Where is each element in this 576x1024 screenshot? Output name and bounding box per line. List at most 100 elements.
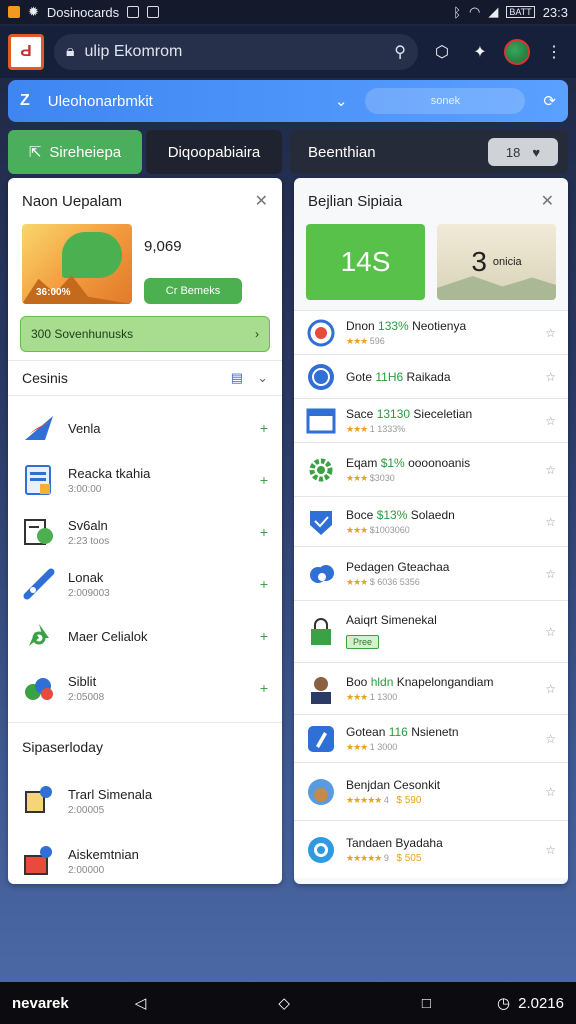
item-sub-row: ★★★ 1 3000 — [346, 742, 535, 753]
tab-2[interactable]: Beenthian 18 ♥ — [290, 130, 568, 174]
close-icon[interactable]: ✕ — [541, 191, 554, 211]
site-logo-icon[interactable]: Z — [20, 92, 30, 110]
banner-text: 300 Sovenhunusks — [31, 327, 134, 341]
close-icon[interactable]: ✕ — [255, 191, 268, 211]
status-app-name: Dosinocards — [46, 4, 120, 20]
item-title-pre: Boce — [346, 507, 374, 522]
list-item[interactable]: Sv6aln 2:23 toos + — [8, 506, 282, 558]
list-item[interactable]: Dnon 133% Neotienya ★★★ 596 ☆ — [294, 310, 568, 354]
item-sub: 3:00:00 — [68, 483, 102, 495]
list-item[interactable]: Venla + — [8, 402, 282, 454]
stat-label: onicia — [492, 256, 522, 268]
item-label: Maer Celialok — [68, 628, 148, 644]
promo-button[interactable]: Cr Bemeks — [144, 278, 242, 304]
search-icon[interactable]: ⚲ — [394, 42, 406, 62]
url-bar[interactable]: 🔒︎ ulip Ekomrom ⚲ — [54, 34, 418, 70]
star-icon[interactable]: ☆ — [545, 732, 556, 746]
more-menu-icon[interactable]: ⋮ — [540, 38, 568, 66]
recents-icon[interactable]: □ — [422, 995, 431, 1012]
checklist-icon — [22, 515, 56, 549]
back-arrow-icon: ⇱ — [28, 144, 42, 161]
right-panel: Bejlian Sipiaia ✕ 14S 3 onicia Dnon 133%… — [294, 178, 568, 884]
tab-0[interactable]: ⇱ Sireheiepa — [8, 130, 142, 174]
star-icon[interactable]: ☆ — [545, 515, 556, 529]
section-title: Cesinis — [22, 370, 68, 386]
add-icon[interactable]: + — [260, 680, 268, 696]
star-icon[interactable]: ☆ — [545, 463, 556, 477]
item-title: Aaiqrt Simenekal — [346, 613, 535, 627]
list-item[interactable]: Aaiqrt Simenekal Pree ☆ — [294, 600, 568, 662]
chevron-down-icon[interactable]: ⌄ — [257, 370, 268, 386]
item-rating-row: ★★★★★ 4 $ 590 — [346, 795, 535, 806]
star-icon[interactable]: ☆ — [545, 567, 556, 581]
item-highlight: 116 — [388, 724, 408, 739]
star-icon[interactable]: ☆ — [545, 326, 556, 340]
lock-icon: 🔒︎ — [66, 43, 75, 60]
star-icon[interactable]: ☆ — [545, 682, 556, 696]
item-title-pre: Sace — [346, 406, 374, 421]
app-logo[interactable]: Ԁ — [8, 34, 44, 70]
list-item[interactable]: Pedagen Gteachaa ★★★ $ 6036 5356 ☆ — [294, 546, 568, 600]
rating-value: 9 — [383, 852, 389, 863]
left-panel-title: Naon Uepalam — [22, 192, 123, 210]
stat-card[interactable]: 3 onicia — [437, 224, 556, 300]
list-item[interactable]: Boce $13% Solaedn ★★★ $1003060 ☆ — [294, 496, 568, 546]
list-item[interactable]: Eqam $1% oooonoanis ★★★ $3030 ☆ — [294, 442, 568, 496]
list-item[interactable]: Sace 13130 Sieceletian ★★★ 1 1333% ☆ — [294, 398, 568, 442]
tab-1[interactable]: Diqoopabiaira — [146, 130, 282, 174]
star-icon[interactable]: ☆ — [545, 625, 556, 639]
chart-icon — [22, 411, 56, 445]
item-label: Sv6aln — [68, 517, 108, 533]
list-item[interactable]: Tandaen Byadaha ★★★★★ 9 $ 505 ☆ — [294, 820, 568, 878]
refresh-icon[interactable]: ⟳ — [543, 92, 556, 110]
list-item[interactable]: Aiskemtnian 2:00000 — [8, 831, 282, 884]
section-title: Sipaserloday — [22, 739, 103, 755]
list-item[interactable]: Gote 11H6 Raikada ☆ — [294, 354, 568, 398]
list-item[interactable]: Siblit 2:05008 + — [8, 662, 282, 714]
avatar[interactable] — [504, 39, 530, 65]
list-item[interactable]: Maer Celialok + — [8, 610, 282, 662]
add-icon[interactable]: + — [260, 524, 268, 540]
heart-icon: ♥ — [532, 144, 541, 160]
chevron-down-icon[interactable]: ⌄ — [335, 92, 348, 110]
extension-icon[interactable]: ✦ — [466, 38, 494, 66]
tabs-icon[interactable]: ⬡ — [428, 38, 456, 66]
rating-stars: ★★★ — [346, 576, 368, 587]
search-input[interactable]: sonek — [365, 88, 526, 114]
home-icon[interactable]: ◇ — [278, 994, 290, 1012]
star-icon[interactable]: ☆ — [545, 370, 556, 384]
star-icon[interactable]: ☆ — [545, 414, 556, 428]
list-item[interactable]: Gotean 116 Nsienetn ★★★ 1 3000 ☆ — [294, 714, 568, 762]
list-item[interactable]: Boo hldn Knapelongandiam ★★★ 1 1300 ☆ — [294, 662, 568, 714]
stat-card[interactable]: 14S — [306, 224, 425, 300]
item-title-post: Raikada — [406, 369, 451, 384]
tab-bar: ⇱ Sireheiepa Diqoopabiaira Beenthian 18 … — [8, 130, 568, 174]
count-pill[interactable]: 18 ♥ — [488, 138, 558, 166]
add-icon[interactable]: + — [260, 576, 268, 592]
clock-icon: ◷ — [497, 995, 511, 1012]
list-item[interactable]: Trarl Simenala 2:00005 — [8, 771, 282, 831]
list-item[interactable]: Reacka tkahia 3:00:00 + — [8, 454, 282, 506]
back-icon[interactable]: ◁ — [135, 994, 147, 1012]
item-title: Pedagen Gteachaa — [346, 560, 535, 574]
star-icon[interactable]: ☆ — [545, 843, 556, 857]
promo-value: 9,069 — [144, 238, 182, 255]
item-tag[interactable]: Pree — [346, 635, 380, 649]
add-icon[interactable]: + — [260, 420, 268, 436]
promo-caption: 36:00% — [36, 287, 71, 298]
item-title-pre: Gotean — [346, 724, 386, 739]
item-title-post: Byadaha — [395, 835, 443, 850]
add-icon[interactable]: + — [260, 472, 268, 488]
left-panel-header: Naon Uepalam ✕ — [8, 178, 282, 224]
add-icon[interactable]: + — [260, 628, 268, 644]
item-title-post: Solaedn — [410, 507, 455, 522]
item-label: Lonak — [68, 569, 104, 585]
green-banner[interactable]: 300 Sovenhunusks › — [20, 316, 270, 352]
star-icon[interactable]: ☆ — [545, 785, 556, 799]
image-icon — [127, 6, 140, 18]
list-view-icon[interactable]: ▤ — [231, 370, 243, 386]
list-item[interactable]: Lonak 2:009003 + — [8, 558, 282, 610]
item-title-pre: Gote — [346, 369, 373, 384]
item-title: Benjdan Cesonkit — [346, 778, 535, 792]
list-item[interactable]: Benjdan Cesonkit ★★★★★ 4 $ 590 ☆ — [294, 762, 568, 820]
